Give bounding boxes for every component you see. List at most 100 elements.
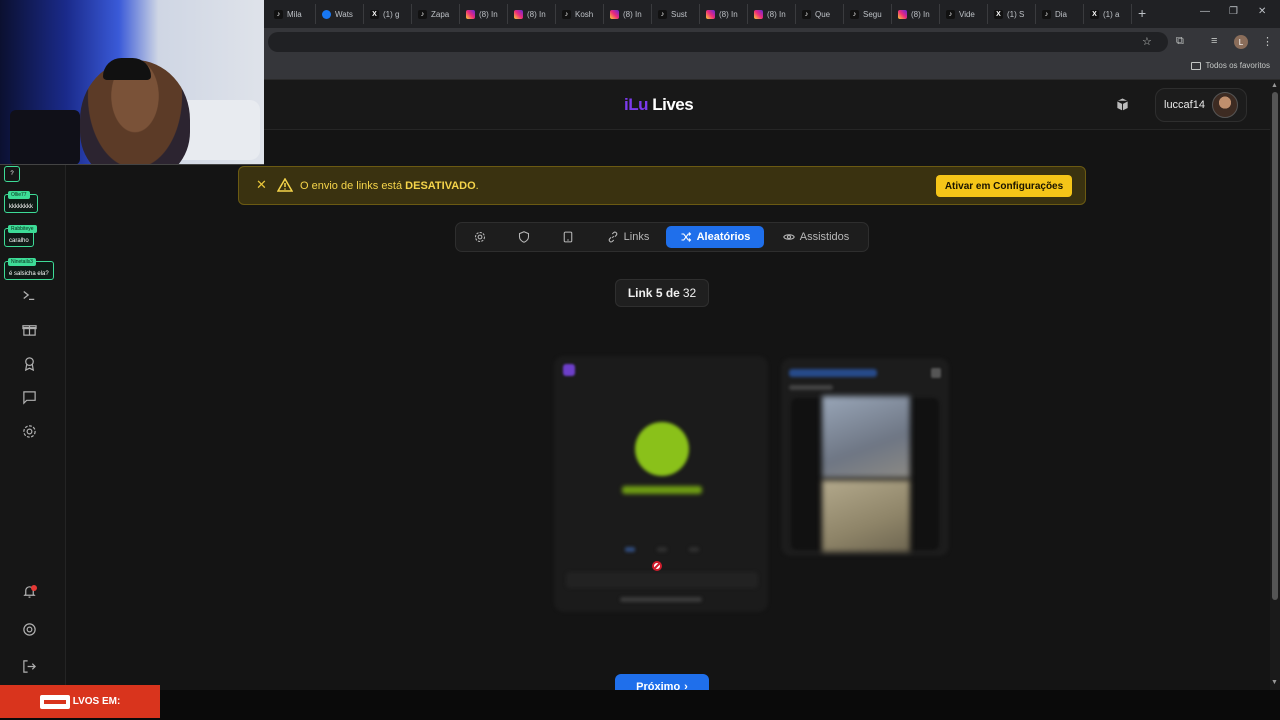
link-url-blurred (566, 572, 758, 588)
shield-icon (518, 231, 530, 243)
scroll-down-icon[interactable]: ▼ (1271, 679, 1278, 686)
webcam-cap (103, 58, 151, 80)
browser-tab-label: (8) In (719, 9, 738, 19)
instagram-icon (466, 9, 475, 19)
tab-links-label: Links (623, 231, 650, 243)
browser-tab[interactable]: ♪ Que (796, 4, 844, 24)
browser-tab[interactable]: ♪ Mila (268, 4, 316, 24)
media-icon[interactable]: ≡ (1211, 35, 1217, 47)
tiktok-icon: ♪ (418, 9, 427, 19)
browser-tab[interactable]: ♪ Segu (844, 4, 892, 24)
live-badge: LVOS EM: (0, 685, 160, 718)
restore-icon[interactable]: ❐ (1229, 6, 1238, 17)
extensions-icon[interactable]: ⧉ (1176, 35, 1184, 48)
tab-tablet[interactable] (554, 226, 582, 248)
instagram-icon (706, 9, 715, 19)
meta-icon (322, 9, 331, 19)
browser-tab[interactable]: Wats (316, 4, 364, 24)
sidebar (0, 130, 66, 690)
preview-subtitle-blurred (789, 385, 833, 390)
profile-avatar[interactable]: L (1234, 35, 1248, 49)
counter-total: 32 (682, 286, 697, 300)
instagram-icon (898, 9, 907, 19)
browser-tab[interactable]: (8) In (604, 4, 652, 24)
gift-icon[interactable] (20, 320, 38, 338)
instagram-icon (610, 9, 619, 19)
browser-tab-label: (1) S (1007, 9, 1025, 19)
chat-text: kkkkkkkk (9, 204, 33, 210)
tiktok-icon: ♪ (1042, 9, 1051, 19)
browser-tab[interactable]: (8) In (508, 4, 556, 24)
browser-tab[interactable]: (8) In (460, 4, 508, 24)
gear-icon[interactable] (20, 422, 38, 440)
browser-tab[interactable]: ♪ Dia (1036, 4, 1084, 24)
browser-tab[interactable]: ♪ Sust (652, 4, 700, 24)
tab-settings[interactable] (466, 226, 494, 248)
browser-tab-label: (8) In (911, 9, 930, 19)
box-icon[interactable] (1115, 97, 1130, 112)
new-tab-button[interactable]: + (1138, 5, 1146, 21)
scroll-up-icon[interactable]: ▲ (1271, 82, 1278, 89)
browser-tab[interactable]: (8) In (892, 4, 940, 24)
browser-tab[interactable]: ♪ Vide (940, 4, 988, 24)
award-icon[interactable] (20, 354, 38, 372)
app-logo[interactable]: iLu Lives (624, 95, 694, 115)
tab-shield[interactable] (510, 226, 538, 248)
chat-username: Ninetails3 (8, 258, 36, 266)
tiktok-icon: ♪ (850, 9, 859, 19)
eye-icon (782, 234, 795, 240)
browser-tab[interactable]: (8) In (700, 4, 748, 24)
minimize-icon[interactable]: — (1200, 6, 1210, 17)
browser-tab-label: Wats (335, 9, 353, 19)
close-window-icon[interactable]: ✕ (1258, 6, 1266, 17)
sender-avatar (635, 422, 689, 476)
browser-tab-label: (1) g (383, 9, 400, 19)
preview-frame-bottom (822, 480, 910, 552)
browser-tab-label: (1) a (1103, 9, 1120, 19)
browser-tab-label: (8) In (479, 9, 498, 19)
gear-icon (474, 231, 486, 243)
terminal-icon[interactable] (20, 286, 38, 304)
user-avatar[interactable] (1212, 92, 1238, 118)
close-icon[interactable] (931, 368, 941, 378)
instagram-icon (514, 9, 523, 19)
scrollbar-thumb[interactable] (1272, 92, 1278, 600)
link-counter: Link 5 de 32 (615, 279, 709, 307)
all-bookmarks-label: Todos os favoritos (1205, 61, 1270, 70)
browser-tab[interactable]: X (1) S (988, 4, 1036, 24)
menu-icon[interactable]: ⋮ (1262, 35, 1273, 48)
browser-tab-label: Dia (1055, 9, 1068, 19)
chat-message: Ollie77 kkkkkkkk (4, 191, 38, 213)
tab-random[interactable]: Aleatórios (666, 226, 764, 248)
browser-tab-label: Mila (287, 9, 302, 19)
browser-tab-label: (8) In (767, 9, 786, 19)
browser-tab[interactable]: X (1) a (1084, 4, 1132, 24)
browser-tab[interactable]: X (1) g (364, 4, 412, 24)
banner-text-status: DESATIVADO (405, 180, 476, 192)
chat-icon[interactable] (20, 388, 38, 406)
link-meta-blurred (620, 597, 702, 602)
browser-tab-label: (8) In (623, 9, 642, 19)
tab-watched[interactable]: Assistidos (772, 226, 860, 248)
instagram-icon (754, 9, 763, 19)
tab-random-label: Aleatórios (696, 231, 751, 243)
tab-links[interactable]: Links (598, 226, 658, 248)
address-bar[interactable] (268, 32, 1168, 52)
tab-watched-label: Assistidos (799, 231, 850, 243)
screen: ♪ Mila Wats X (1) g ♪ Zapa (8) In (8) In ♪ Kosh (8)… (0, 0, 1280, 720)
logo-ilu: iLu (624, 95, 649, 114)
chat-question-badge: ? (4, 166, 20, 182)
shuffle-icon (681, 232, 691, 242)
help-icon[interactable] (20, 620, 38, 638)
browser-tab[interactable]: ♪ Kosh (556, 4, 604, 24)
browser-tab[interactable]: ♪ Zapa (412, 4, 460, 24)
link-card-indicators (625, 547, 699, 552)
banner-message: O envio de links está DESATIVADO. (300, 180, 479, 192)
star-icon[interactable]: ☆ (1142, 35, 1152, 48)
preview-frame-top (822, 396, 910, 478)
all-bookmarks-button[interactable]: Todos os favoritos (1190, 61, 1270, 70)
logout-icon[interactable] (20, 657, 38, 675)
enable-in-settings-button[interactable]: Ativar em Configurações (936, 175, 1072, 197)
close-icon[interactable]: ✕ (256, 178, 267, 192)
browser-tab[interactable]: (8) In (748, 4, 796, 24)
